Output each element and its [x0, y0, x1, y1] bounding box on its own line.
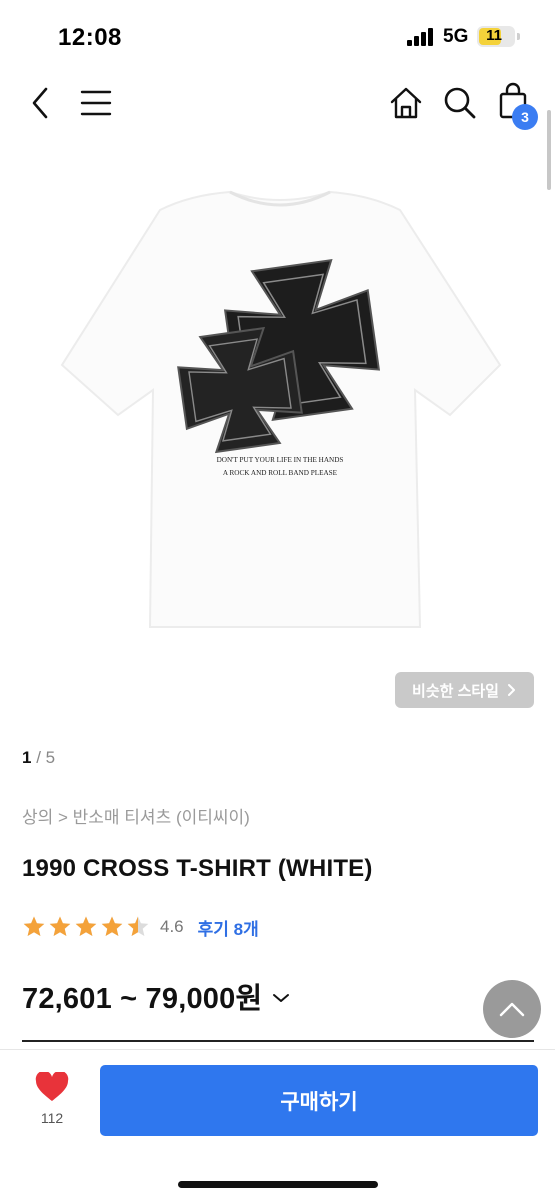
scroll-to-top-button[interactable] [483, 980, 541, 1038]
star-half-icon [127, 916, 149, 936]
star-full-icon [49, 916, 71, 936]
heart-icon [35, 1072, 69, 1101]
pager-separator: / [31, 748, 46, 767]
like-button[interactable]: 112 [22, 1072, 82, 1132]
rating-stars [22, 915, 150, 939]
network-label: 5G [443, 26, 469, 47]
star-full-icon [101, 916, 123, 936]
scrollbar[interactable] [547, 110, 551, 190]
star-full-icon [23, 916, 45, 936]
print-text-line1: DON'T PUT YOUR LIFE IN THE HANDS [217, 456, 344, 464]
top-nav [0, 70, 555, 136]
similar-style-button[interactable]: 비슷한 스타일 [395, 672, 534, 708]
battery-tip [517, 33, 520, 40]
product-image[interactable]: DON'T PUT YOUR LIFE IN THE HANDS A ROCK … [40, 180, 520, 640]
home-indicator [178, 1181, 378, 1188]
home-icon[interactable] [389, 86, 423, 120]
rating-value: 4.6 [160, 917, 184, 936]
cart-count-badge: 3 [512, 104, 538, 130]
similar-style-label: 비슷한 스타일 [412, 682, 499, 700]
price-row: 72,601 ~ 79,000원 [22, 975, 290, 1017]
pager-total: 5 [45, 748, 56, 767]
battery-level: 11 [486, 27, 502, 44]
review-count-link[interactable]: 후기 8개 [198, 915, 259, 940]
chevron-down-icon[interactable] [272, 992, 290, 1004]
product-price: 72,601 ~ 79,000원 [22, 983, 263, 1015]
signal-icon [407, 28, 435, 46]
image-pager: 1 / 5 [22, 748, 55, 768]
chevron-right-icon [507, 684, 515, 696]
status-time: 12:08 [58, 24, 122, 51]
print-text-line2: A ROCK AND ROLL BAND PLEASE [223, 469, 338, 477]
product-title: 1990 CROSS T-SHIRT (WHITE) [22, 855, 373, 882]
rating-row: 4.6 후기 8개 [22, 913, 259, 941]
battery-icon: 11 [477, 26, 515, 47]
chevron-up-icon [499, 1002, 525, 1017]
breadcrumb[interactable]: 상의 > 반소매 티셔츠 (이티씨이) [22, 803, 250, 828]
status-bar: 12:08 5G 11 [0, 0, 555, 70]
buy-button[interactable]: 구매하기 [100, 1065, 538, 1136]
back-icon[interactable] [28, 86, 54, 120]
search-icon[interactable] [443, 86, 477, 120]
divider [22, 1040, 534, 1042]
like-count: 112 [40, 1110, 64, 1126]
star-full-icon [75, 916, 97, 936]
menu-icon[interactable] [80, 90, 112, 116]
